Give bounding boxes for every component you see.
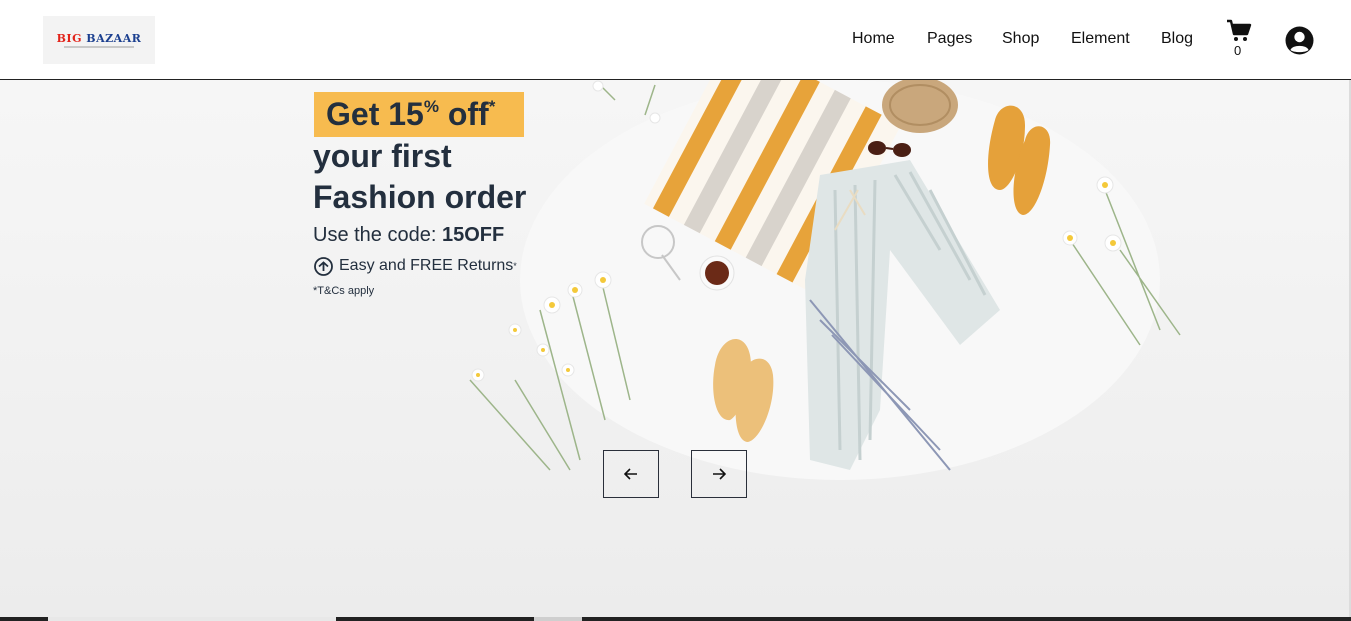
nav-item-shop[interactable]: Shop (1002, 30, 1039, 48)
logo-wordmark: BIG BAZAAR (56, 32, 142, 45)
carousel-prev-button[interactable] (603, 450, 659, 498)
returns-icon (314, 256, 333, 276)
bottom-divider (0, 617, 1351, 621)
cart-button[interactable]: 0 (1226, 19, 1252, 59)
nav-item-element[interactable]: Element (1071, 30, 1130, 48)
logo-tagline-bar (64, 46, 134, 48)
brand-logo[interactable]: BIG BAZAAR (43, 16, 155, 64)
fashion-flatlay-image (469, 80, 1181, 480)
nav-item-pages[interactable]: Pages (927, 30, 972, 48)
nav-item-blog[interactable]: Blog (1161, 30, 1193, 48)
promo-code-text: Use the code: 15OFF (313, 224, 505, 246)
free-returns-note: Easy and FREE Returns * (313, 255, 517, 277)
promo-badge: Get 15% off* (314, 92, 524, 137)
daisies-top (599, 84, 656, 116)
hero-banner: Get 15% off* your first Fashion order Us… (0, 80, 1351, 621)
shopping-cart-icon (1227, 19, 1252, 41)
terms-note: *T&Cs apply (313, 285, 375, 297)
nav-item-home[interactable]: Home (852, 30, 895, 48)
cart-count: 0 (1234, 43, 1242, 58)
account-button[interactable] (1285, 26, 1314, 55)
site-header: BIG BAZAAR Home Pages Shop Element Blog … (0, 0, 1351, 80)
returns-text: Easy and FREE Returns (339, 257, 514, 274)
user-account-icon (1285, 26, 1314, 55)
page: BIG BAZAAR Home Pages Shop Element Blog … (0, 0, 1351, 621)
arrow-left-icon (624, 468, 637, 480)
promo-headline-line-2: Fashion order (313, 179, 527, 215)
promo-code: 15OFF (441, 224, 505, 246)
promo-headline-line-1: your first (313, 138, 452, 174)
carousel-next-button[interactable] (691, 450, 747, 498)
arrow-right-icon (713, 468, 726, 480)
